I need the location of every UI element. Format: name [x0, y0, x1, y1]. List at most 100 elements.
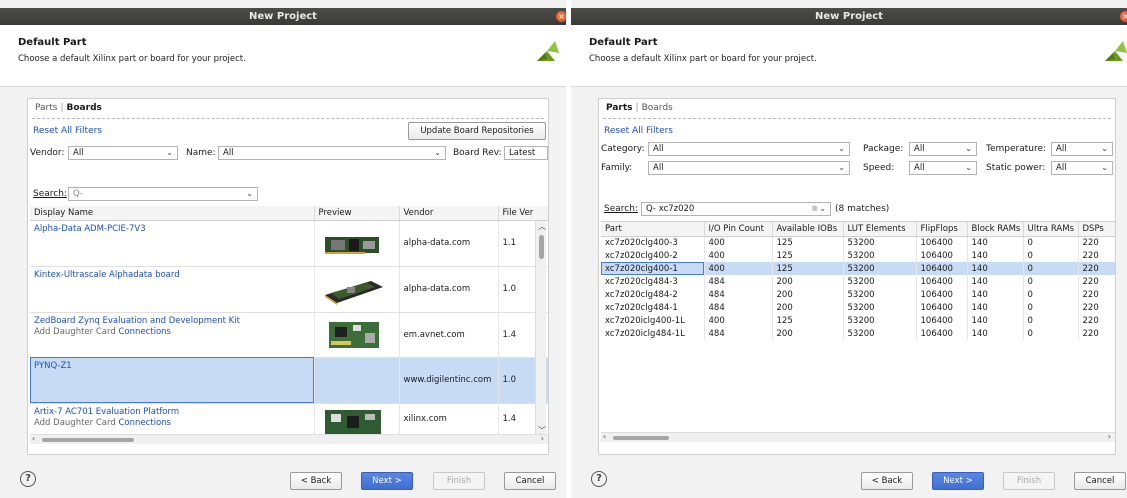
help-icon[interactable]: ?: [591, 471, 607, 487]
column-header-flipflops[interactable]: FlipFlops: [916, 222, 968, 237]
column-header-io-pin-count[interactable]: I/O Pin Count: [704, 222, 773, 237]
scrollbar-thumb[interactable]: [613, 436, 669, 440]
category-value: All: [653, 144, 664, 154]
cancel-button[interactable]: Cancel: [504, 472, 556, 490]
reset-filters-link[interactable]: Reset All Filters: [33, 126, 102, 136]
board-name[interactable]: Alpha-Data ADM-PCIE-7V3: [34, 224, 310, 234]
cell-flipflops: 106400: [916, 236, 968, 249]
static-power-value: All: [1056, 163, 1067, 173]
scroll-left-icon[interactable]: ‹: [603, 432, 606, 441]
chevron-down-icon: ⌄: [1101, 163, 1108, 172]
cell-block-rams: 140: [967, 249, 1024, 262]
table-row-selected[interactable]: xc7z020clg400-1 400 125 53200 106400 140 0 220: [601, 262, 1115, 275]
board-rev-select[interactable]: Latest: [504, 146, 548, 160]
table-row[interactable]: xc7z020clg400-2 400 125 53200 106400 140 0 220: [601, 249, 1115, 262]
column-header-display-name[interactable]: Display Name: [30, 206, 315, 221]
column-header-block-rams[interactable]: Block RAMs: [967, 222, 1024, 237]
scroll-left-icon[interactable]: ‹: [32, 434, 35, 443]
table-row[interactable]: ZedBoard Zynq Evaluation and Development…: [30, 312, 548, 358]
new-project-window-parts: New Project × Default Part Choose a defa…: [571, 0, 1127, 498]
scrollbar-thumb[interactable]: [42, 438, 134, 442]
board-name[interactable]: Artix-7 AC701 Evaluation Platform: [34, 407, 310, 417]
family-select[interactable]: All ⌄: [648, 161, 850, 175]
tab-boards[interactable]: Boards: [642, 103, 673, 113]
board-vendor: xilinx.com: [399, 403, 499, 434]
scroll-right-icon[interactable]: ›: [541, 434, 544, 443]
cell-block-rams: 140: [967, 327, 1024, 340]
connections-link[interactable]: Connections: [118, 327, 171, 337]
next-button[interactable]: Next >: [361, 472, 413, 490]
cell-ultra-rams: 0: [1023, 327, 1079, 340]
column-header-part[interactable]: Part: [601, 222, 705, 237]
table-row[interactable]: xc7z020clg484-1 484 200 53200 106400 140 0 220: [601, 301, 1115, 314]
back-button[interactable]: < Back: [290, 472, 342, 490]
search-value: Q- xc7z020: [646, 204, 695, 214]
cell-block-rams: 140: [967, 288, 1024, 301]
scroll-up-icon[interactable]: ︿: [538, 221, 546, 232]
column-header-lut-elements[interactable]: LUT Elements: [843, 222, 917, 237]
help-icon[interactable]: ?: [20, 471, 36, 487]
static-power-select[interactable]: All ⌄: [1051, 161, 1113, 175]
wizard-header: Default Part Choose a default Xilinx par…: [0, 25, 566, 87]
table-row[interactable]: Alpha-Data ADM-PCIE-7V3 alpha-data.com 1…: [30, 220, 548, 267]
cancel-button[interactable]: Cancel: [1074, 472, 1126, 490]
table-row[interactable]: xc7z020clg400-3 400 125 53200 106400 140 0 220: [601, 236, 1115, 249]
search-input[interactable]: Q- ⌄: [68, 187, 258, 201]
column-header-vendor[interactable]: Vendor: [399, 206, 499, 221]
table-row[interactable]: xc7z020clg484-3 484 200 53200 106400 140 0 220: [601, 275, 1115, 288]
column-header-preview[interactable]: Preview: [314, 206, 400, 221]
back-button[interactable]: < Back: [861, 472, 913, 490]
search-input[interactable]: Q- xc7z020 ⊗ ⌄: [641, 202, 831, 216]
board-name[interactable]: ZedBoard Zynq Evaluation and Development…: [34, 316, 310, 326]
column-header-available-iobs[interactable]: Available IOBs: [772, 222, 844, 237]
cell-flipflops: 106400: [916, 314, 968, 327]
vendor-select[interactable]: All ⌄: [68, 146, 178, 160]
cell-part: xc7z020clg400-3: [601, 236, 705, 249]
name-select[interactable]: All ⌄: [218, 146, 446, 160]
next-button[interactable]: Next >: [932, 472, 984, 490]
board-name[interactable]: Kintex-Ultrascale Alphadata board: [34, 270, 310, 280]
connections-link[interactable]: Connections: [118, 418, 171, 428]
reset-filters-link[interactable]: Reset All Filters: [604, 126, 673, 136]
chevron-down-icon: ⌄: [838, 144, 845, 153]
column-header-ultra-rams[interactable]: Ultra RAMs: [1023, 222, 1079, 237]
tab-separator: |: [60, 103, 64, 113]
table-row[interactable]: Kintex-Ultrascale Alphadata board alpha-…: [30, 266, 548, 313]
tab-parts[interactable]: Parts: [606, 103, 633, 113]
window-titlebar[interactable]: New Project ×: [0, 8, 566, 25]
column-header-dsps[interactable]: DSPs: [1078, 222, 1115, 237]
cell-flipflops: 106400: [916, 275, 968, 288]
table-row-selected[interactable]: PYNQ-Z1 www.digilentinc.com 1.0: [30, 357, 548, 404]
cell-lut-elements: 53200: [843, 249, 917, 262]
chevron-down-icon: ⌄: [819, 204, 826, 213]
table-row[interactable]: xc7z020iclg484-1L 484 200 53200 106400 140 0 22…: [601, 327, 1115, 340]
scrollbar-thumb[interactable]: [539, 235, 544, 259]
cell-io-pin-count: 400: [704, 314, 773, 327]
speed-select[interactable]: All ⌄: [909, 161, 977, 175]
update-board-repositories-button[interactable]: Update Board Repositories: [408, 122, 546, 140]
cell-io-pin-count: 400: [704, 249, 773, 262]
column-header-file-version[interactable]: File Ver: [498, 206, 548, 221]
close-window-icon[interactable]: ×: [1120, 11, 1127, 22]
cell-ultra-rams: 0: [1023, 236, 1079, 249]
horizontal-scrollbar[interactable]: ‹ ›: [30, 434, 548, 444]
scroll-right-icon[interactable]: ›: [1108, 432, 1111, 441]
vertical-scrollbar[interactable]: ︿ ﹀: [535, 221, 546, 436]
table-row[interactable]: xc7z020iclg400-1L 400 125 53200 106400 140 0 22…: [601, 314, 1115, 327]
table-row[interactable]: Artix-7 AC701 Evaluation Platform Add Da…: [30, 403, 548, 434]
category-select[interactable]: All ⌄: [648, 142, 850, 156]
temperature-select[interactable]: All ⌄: [1051, 142, 1113, 156]
cell-part: xc7z020iclg484-1L: [601, 327, 705, 340]
table-row[interactable]: xc7z020clg484-2 484 200 53200 106400 140 0 220: [601, 288, 1115, 301]
boards-panel: Parts | Boards Reset All Filters Update Bo…: [27, 98, 549, 455]
window-titlebar[interactable]: New Project ×: [571, 8, 1127, 25]
close-window-icon[interactable]: ×: [556, 11, 566, 22]
cell-lut-elements: 53200: [843, 275, 917, 288]
board-name[interactable]: PYNQ-Z1: [34, 361, 310, 371]
cell-block-rams: 140: [967, 314, 1024, 327]
horizontal-scrollbar[interactable]: ‹ ›: [601, 432, 1115, 442]
clear-search-icon[interactable]: ⊗: [811, 203, 818, 215]
tab-parts[interactable]: Parts: [35, 103, 57, 113]
tab-boards[interactable]: Boards: [67, 103, 102, 113]
package-select[interactable]: All ⌄: [909, 142, 977, 156]
